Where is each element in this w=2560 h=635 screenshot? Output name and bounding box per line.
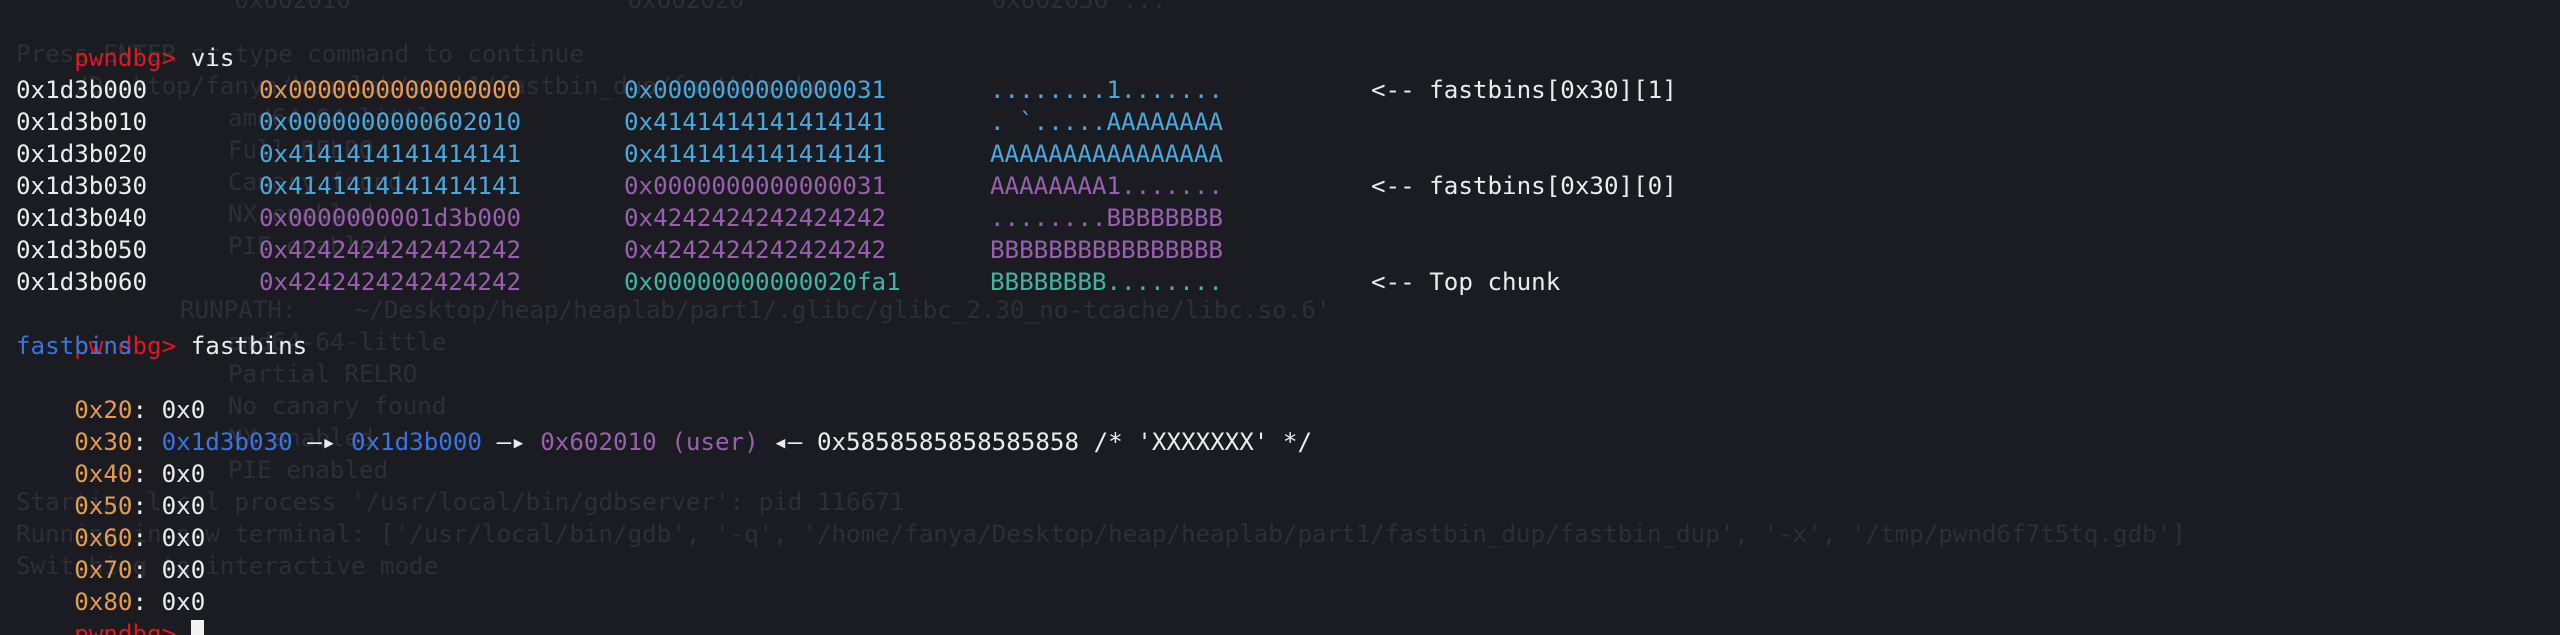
heap-ascii: AAAAAAAA1....... xyxy=(990,172,1223,200)
text-cursor[interactable] xyxy=(190,620,204,635)
ghost-line: PIE enabled xyxy=(228,456,389,484)
heap-address: 0x1d3b060 xyxy=(16,268,148,296)
heap-row: 0x1d3b010 0x0000000000602010 0x414141414… xyxy=(16,106,1223,138)
command-line-vis: pwndbg> vis xyxy=(16,10,234,72)
command-text: fastbins xyxy=(190,332,308,360)
heap-qword-2: 0x4141414141414141 xyxy=(624,108,887,136)
shell-prompt: pwndbg> xyxy=(74,44,177,72)
fastbin-entry: 0x70: 0x0 xyxy=(74,556,206,584)
heap-qword-1: 0x4242424242424242 xyxy=(259,268,522,296)
heap-qword-2: 0x0000000000000031 xyxy=(624,172,887,200)
heap-row: 0x1d3b000 0x0000000000000000 0x000000000… xyxy=(16,74,1677,106)
terminal-window[interactable]: 0x602010 0x602020 0x602030 ... Press ENT… xyxy=(0,0,2560,635)
arrow-icon: —▸ xyxy=(496,428,526,456)
back-arrow-icon: ◂— xyxy=(773,428,803,456)
heap-ascii: BBBBBBBBBBBBBBBB xyxy=(990,236,1223,264)
heap-qword-2: 0x4242424242424242 xyxy=(624,236,887,264)
heap-ascii: BBBBBBBB........ xyxy=(990,268,1223,296)
heap-row: 0x1d3b050 0x4242424242424242 0x424242424… xyxy=(16,234,1223,266)
fastbin-entry: 0x80: 0x0 xyxy=(74,588,206,616)
active-prompt-line[interactable]: pwndbg> xyxy=(16,586,204,635)
command-line-fastbins: pwndbg> fastbins xyxy=(16,298,307,360)
arrow-icon: —▸ xyxy=(307,428,337,456)
heap-row: 0x1d3b020 0x4141414141414141 0x414141414… xyxy=(16,138,1223,170)
fastbins-header: fastbins xyxy=(16,332,133,360)
chunk-content: 0x5858585858585858 /* 'XXXXXXX' */ xyxy=(816,428,1313,456)
heap-address: 0x1d3b040 xyxy=(16,204,148,232)
chunk-address: 0x1d3b000 xyxy=(350,428,482,456)
heap-annotation: <-- Top chunk xyxy=(1371,268,1561,296)
heap-ascii: ........BBBBBBBB xyxy=(990,204,1223,232)
fastbin-entry: 0x50: 0x0 xyxy=(74,492,206,520)
heap-qword-1: 0x4141414141414141 xyxy=(259,140,522,168)
fastbin-entry: 0x40: 0x0 xyxy=(74,460,206,488)
heap-qword-1: 0x0000000001d3b000 xyxy=(259,204,522,232)
heap-qword-1: 0x0000000000602010 xyxy=(259,108,522,136)
heap-address: 0x1d3b010 xyxy=(16,108,148,136)
user-tag: (user) xyxy=(671,428,759,456)
heap-row: 0x1d3b040 0x0000000001d3b000 0x424242424… xyxy=(16,202,1223,234)
user-address: 0x602010 xyxy=(540,428,657,456)
ghost-line: RUNPATH: ~/Desktop/heap/heaplab/part1/.g… xyxy=(180,296,1331,324)
heap-address: 0x1d3b020 xyxy=(16,140,148,168)
ghost-line: Running in new terminal: ['/usr/local/bi… xyxy=(16,520,2186,548)
heap-qword-1: 0x4242424242424242 xyxy=(259,236,522,264)
heap-address: 0x1d3b000 xyxy=(16,76,148,104)
heap-qword-1: 0x4141414141414141 xyxy=(259,172,522,200)
heap-qword-2: 0x0000000000000031 xyxy=(624,76,887,104)
command-text: vis xyxy=(190,44,235,72)
ghost-line: Partial RELRO xyxy=(228,360,418,388)
fastbin-entry: 0x60: 0x0 xyxy=(74,524,206,552)
heap-address: 0x1d3b030 xyxy=(16,172,148,200)
shell-prompt: pwndbg> xyxy=(74,620,177,635)
heap-qword-1: 0x0000000000000000 xyxy=(259,76,522,104)
heap-row: 0x1d3b030 0x4141414141414141 0x000000000… xyxy=(16,170,1677,202)
heap-qword-2: 0x4141414141414141 xyxy=(624,140,887,168)
heap-address: 0x1d3b050 xyxy=(16,236,148,264)
heap-ascii: AAAAAAAAAAAAAAAA xyxy=(990,140,1223,168)
heap-row: 0x1d3b060 0x4242424242424242 0x000000000… xyxy=(16,266,1560,298)
heap-ascii: ........1....... xyxy=(990,76,1223,104)
fastbin-entry: 0x30: 0x1d3b030 —▸ 0x1d3b000 —▸ 0x602010… xyxy=(74,428,1313,456)
heap-annotation: <-- fastbins[0x30][1] xyxy=(1371,76,1677,104)
fastbin-entry: 0x20: 0x0 xyxy=(74,396,206,424)
heap-ascii: . `.....AAAAAAAA xyxy=(990,108,1223,136)
heap-qword-2: 0x4242424242424242 xyxy=(624,204,887,232)
heap-annotation: <-- fastbins[0x30][0] xyxy=(1371,172,1677,200)
heap-qword-2: 0x00000000000020fa1 xyxy=(624,268,901,296)
